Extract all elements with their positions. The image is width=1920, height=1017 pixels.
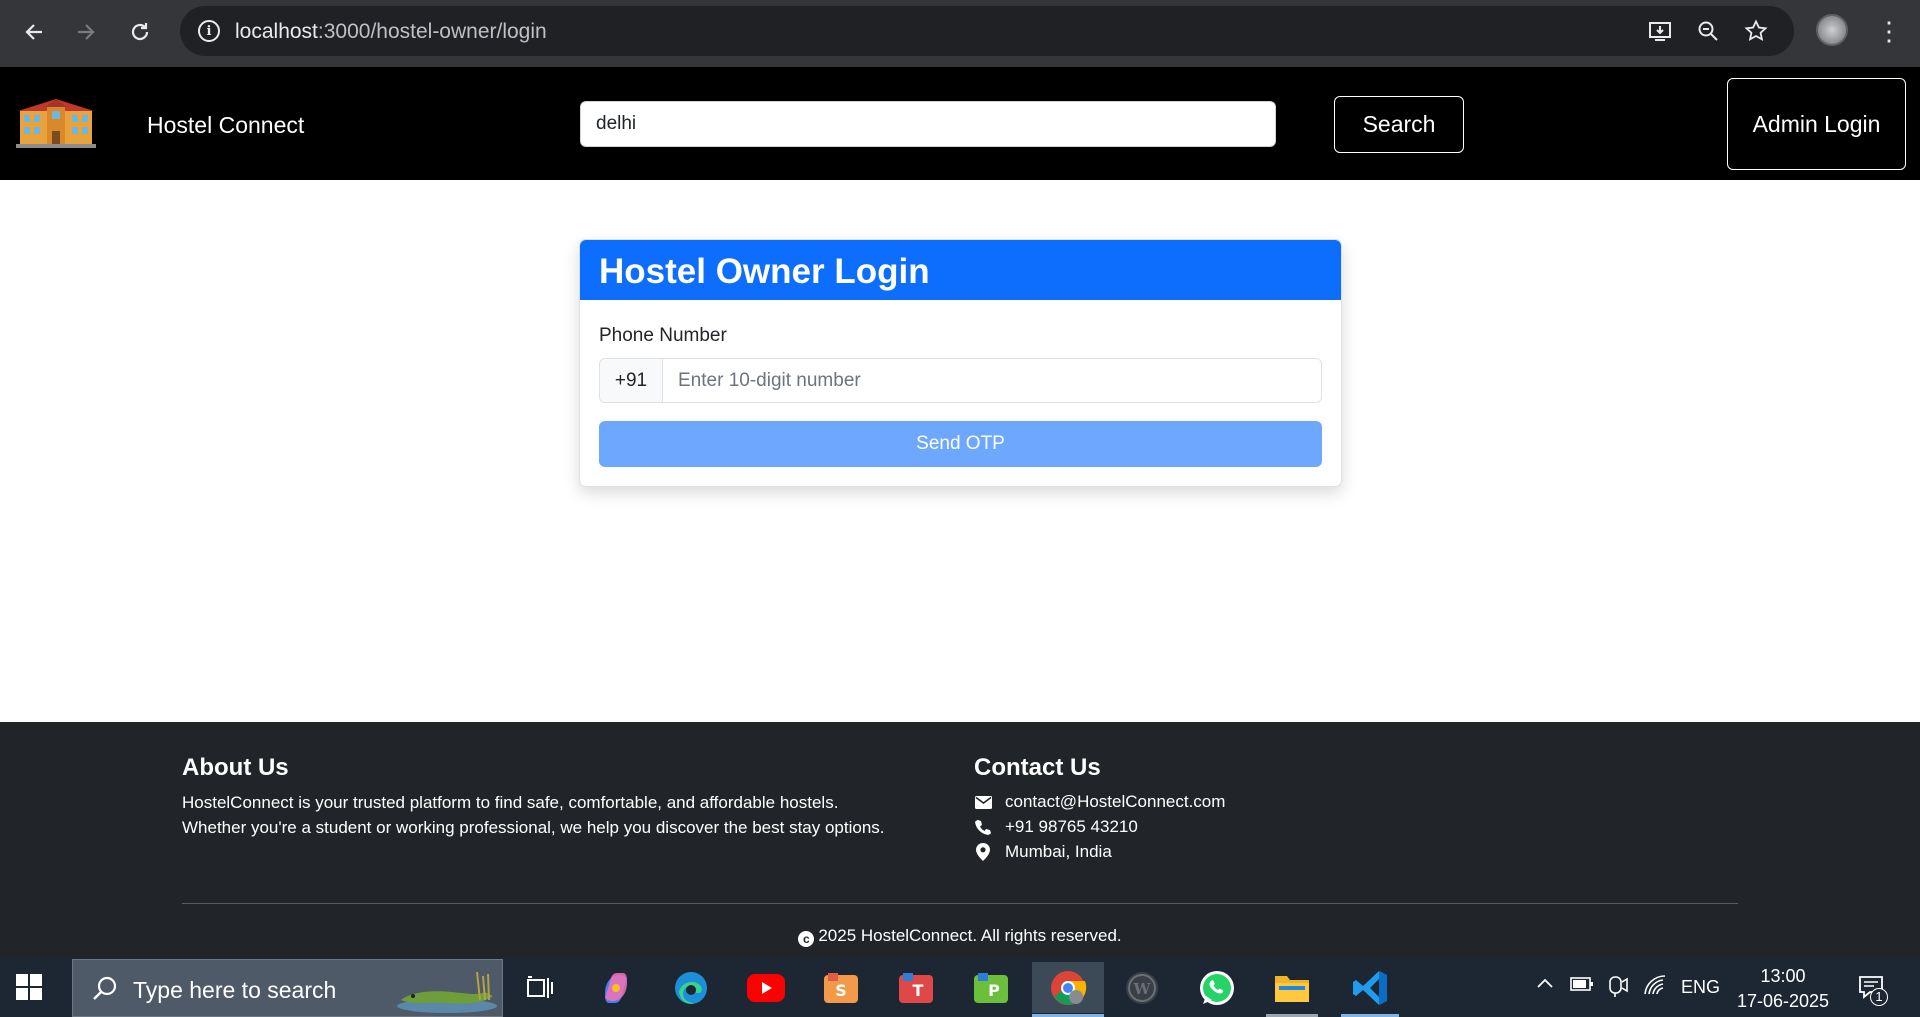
copyright-text: 2025 HostelConnect. All rights reserved.: [818, 926, 1122, 945]
copyright: c 2025 HostelConnect. All rights reserved…: [0, 926, 1920, 947]
notification-count-badge: 1: [1870, 988, 1888, 1006]
project-app-icon[interactable]: P: [969, 966, 1013, 1010]
bookmark-star-icon[interactable]: [1743, 18, 1769, 44]
contact-phone-row: +91 98765 43210: [974, 817, 1138, 837]
install-app-icon[interactable]: [1647, 18, 1673, 44]
clock-time: 13:00: [1760, 966, 1806, 986]
country-code-prefix: +91: [600, 359, 663, 402]
search-highlight-illustration-icon: [397, 971, 497, 1013]
site-footer: About Us HostelConnect is your trusted p…: [0, 722, 1920, 958]
envelope-icon: [974, 793, 992, 811]
file-explorer-icon[interactable]: [1266, 966, 1318, 1017]
browser-toolbar: i localhost:3000/hostel-owner/login ⋮: [0, 0, 1920, 67]
phone-label: Phone Number: [599, 325, 727, 346]
svg-text:T: T: [913, 981, 924, 1000]
search-button[interactable]: Search: [1334, 96, 1464, 153]
show-hidden-icons[interactable]: [1535, 974, 1555, 999]
youtube-icon[interactable]: [744, 966, 788, 1010]
about-us-text: HostelConnect is your trusted platform t…: [182, 793, 885, 837]
clock-date: 17-06-2025: [1736, 991, 1830, 1011]
edge-browser-icon[interactable]: [669, 966, 713, 1010]
zoom-icon[interactable]: [1695, 18, 1721, 44]
admin-login-button[interactable]: Admin Login: [1727, 78, 1906, 170]
language-indicator[interactable]: ENG: [1681, 977, 1720, 998]
contact-us-title: Contact Us: [974, 754, 1101, 781]
address-bar[interactable]: i localhost:3000/hostel-owner/login: [180, 6, 1794, 56]
whatsapp-icon[interactable]: [1195, 966, 1239, 1010]
url-path: :3000/hostel-owner/login: [317, 20, 547, 43]
wordpress-icon[interactable]: W: [1120, 966, 1164, 1010]
login-card: Hostel Owner Login Phone Number +91 Send…: [579, 239, 1342, 487]
site-navbar: Hostel Connect Search Admin Login: [0, 67, 1920, 180]
search-input[interactable]: [580, 101, 1276, 147]
svg-text:P: P: [988, 981, 1000, 1000]
contact-email-row: contact@HostelConnect.com: [974, 792, 1225, 812]
phone-icon: [974, 818, 992, 836]
about-us-title: About Us: [182, 754, 289, 781]
task-app-icon[interactable]: T: [894, 966, 938, 1010]
windows-start-icon[interactable]: [16, 974, 42, 1000]
back-button[interactable]: [16, 14, 52, 50]
browser-menu-icon[interactable]: ⋮: [1876, 14, 1902, 50]
taskbar-search-placeholder: Type here to search: [133, 977, 337, 1003]
battery-icon[interactable]: [1570, 976, 1594, 997]
contact-location-row: Mumbai, India: [974, 842, 1112, 862]
reload-button[interactable]: [122, 14, 158, 50]
wifi-icon[interactable]: [1643, 974, 1667, 1001]
location-pin-icon: [974, 843, 992, 861]
url-host: localhost: [235, 20, 318, 43]
forward-button[interactable]: [68, 14, 104, 50]
camera-mic-icon[interactable]: [1606, 974, 1628, 1003]
svg-text:W: W: [1133, 980, 1152, 998]
footer-divider: [182, 903, 1738, 904]
search-icon: [93, 976, 117, 1000]
sales-app-icon[interactable]: S: [819, 966, 863, 1010]
contact-email[interactable]: contact@HostelConnect.com: [1005, 792, 1225, 812]
task-view-icon[interactable]: [518, 966, 562, 1010]
hostel-logo-icon[interactable]: [14, 97, 98, 149]
chrome-browser-icon[interactable]: [1032, 962, 1104, 1017]
reload-icon: [131, 23, 149, 41]
contact-location: Mumbai, India: [1005, 842, 1112, 861]
vscode-icon[interactable]: [1341, 966, 1399, 1017]
send-otp-button[interactable]: Send OTP: [599, 421, 1322, 467]
back-arrow-icon: [25, 24, 42, 40]
url-text[interactable]: localhost:3000/hostel-owner/login: [235, 20, 547, 44]
site-info-icon[interactable]: i: [198, 20, 220, 42]
copyright-icon: c: [798, 931, 815, 947]
svg-text:S: S: [835, 981, 847, 1000]
contact-phone[interactable]: +91 98765 43210: [1005, 817, 1138, 837]
windows-taskbar: Type here to search S T P W ENG 13:00 17…: [0, 958, 1920, 1017]
copilot-icon[interactable]: [594, 966, 638, 1010]
taskbar-clock[interactable]: 13:00 17-06-2025: [1720, 964, 1846, 1014]
phone-input-group: +91: [599, 358, 1322, 403]
profile-avatar[interactable]: [1816, 14, 1848, 46]
forward-arrow-icon: [78, 24, 95, 40]
taskbar-search-box[interactable]: Type here to search: [72, 959, 503, 1017]
phone-number-input[interactable]: [663, 359, 1321, 402]
brand-name[interactable]: Hostel Connect: [147, 112, 304, 139]
login-card-title: Hostel Owner Login: [580, 240, 1341, 300]
